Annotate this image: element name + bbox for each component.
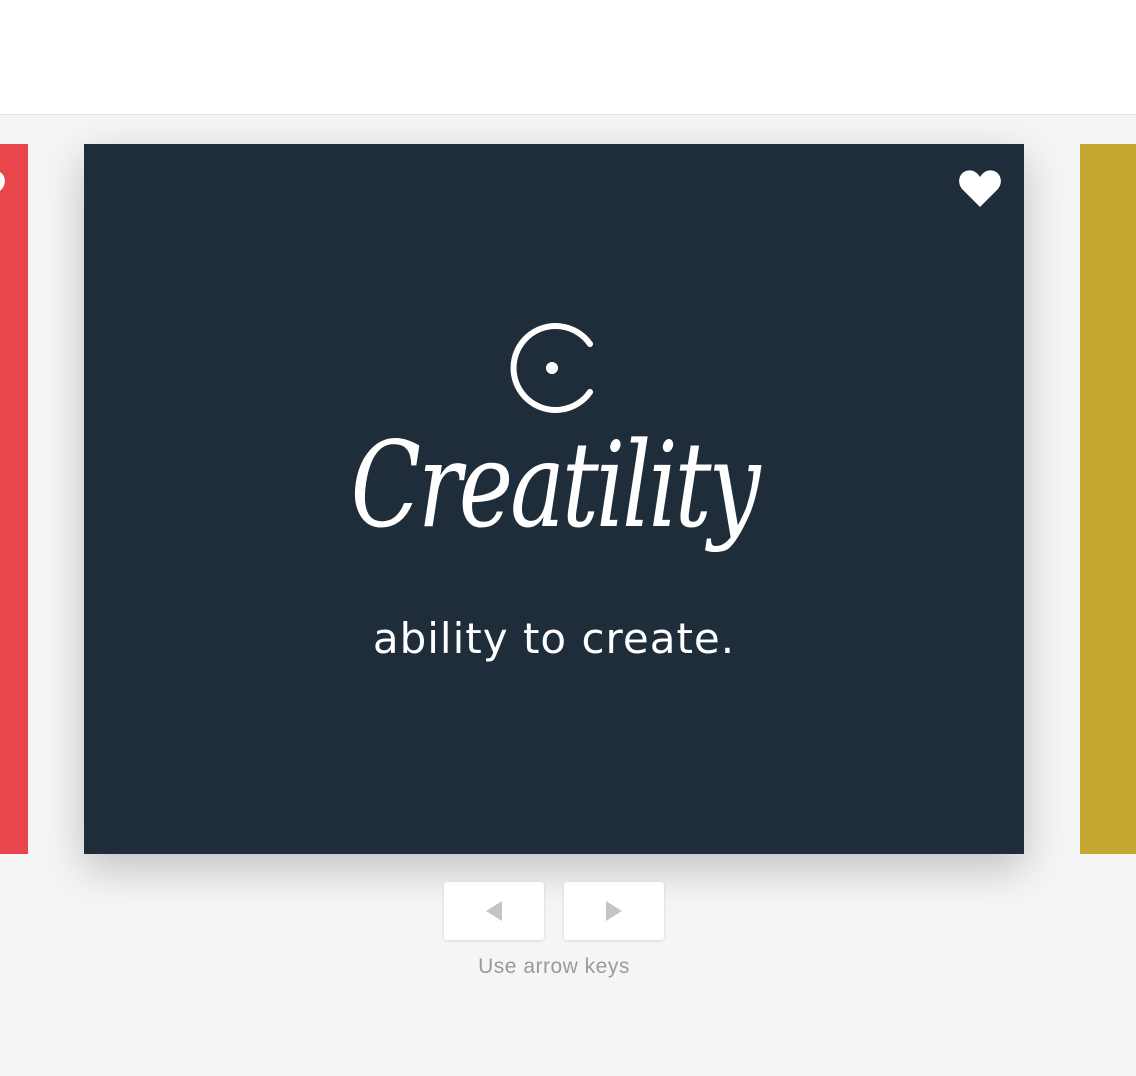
tagline: ability to create. — [372, 614, 736, 663]
favorite-heart-icon[interactable] — [958, 168, 1002, 208]
current-slide[interactable]: Creatility ability to create. — [84, 144, 1024, 854]
heart-icon[interactable] — [0, 168, 6, 208]
c-logo-icon — [506, 322, 602, 418]
brand-name: Creatility — [350, 416, 761, 554]
keyboard-hint: Use arrow keys — [478, 955, 630, 978]
arrow-right-icon — [606, 901, 622, 921]
carousel-controls — [444, 882, 664, 940]
top-bar — [0, 0, 1136, 115]
next-slide[interactable] — [1080, 144, 1136, 854]
previous-button[interactable] — [444, 882, 544, 940]
next-button[interactable] — [564, 882, 664, 940]
previous-slide[interactable] — [0, 144, 28, 854]
arrow-left-icon — [486, 901, 502, 921]
carousel: Creatility ability to create. Use arrow … — [0, 115, 1136, 1076]
